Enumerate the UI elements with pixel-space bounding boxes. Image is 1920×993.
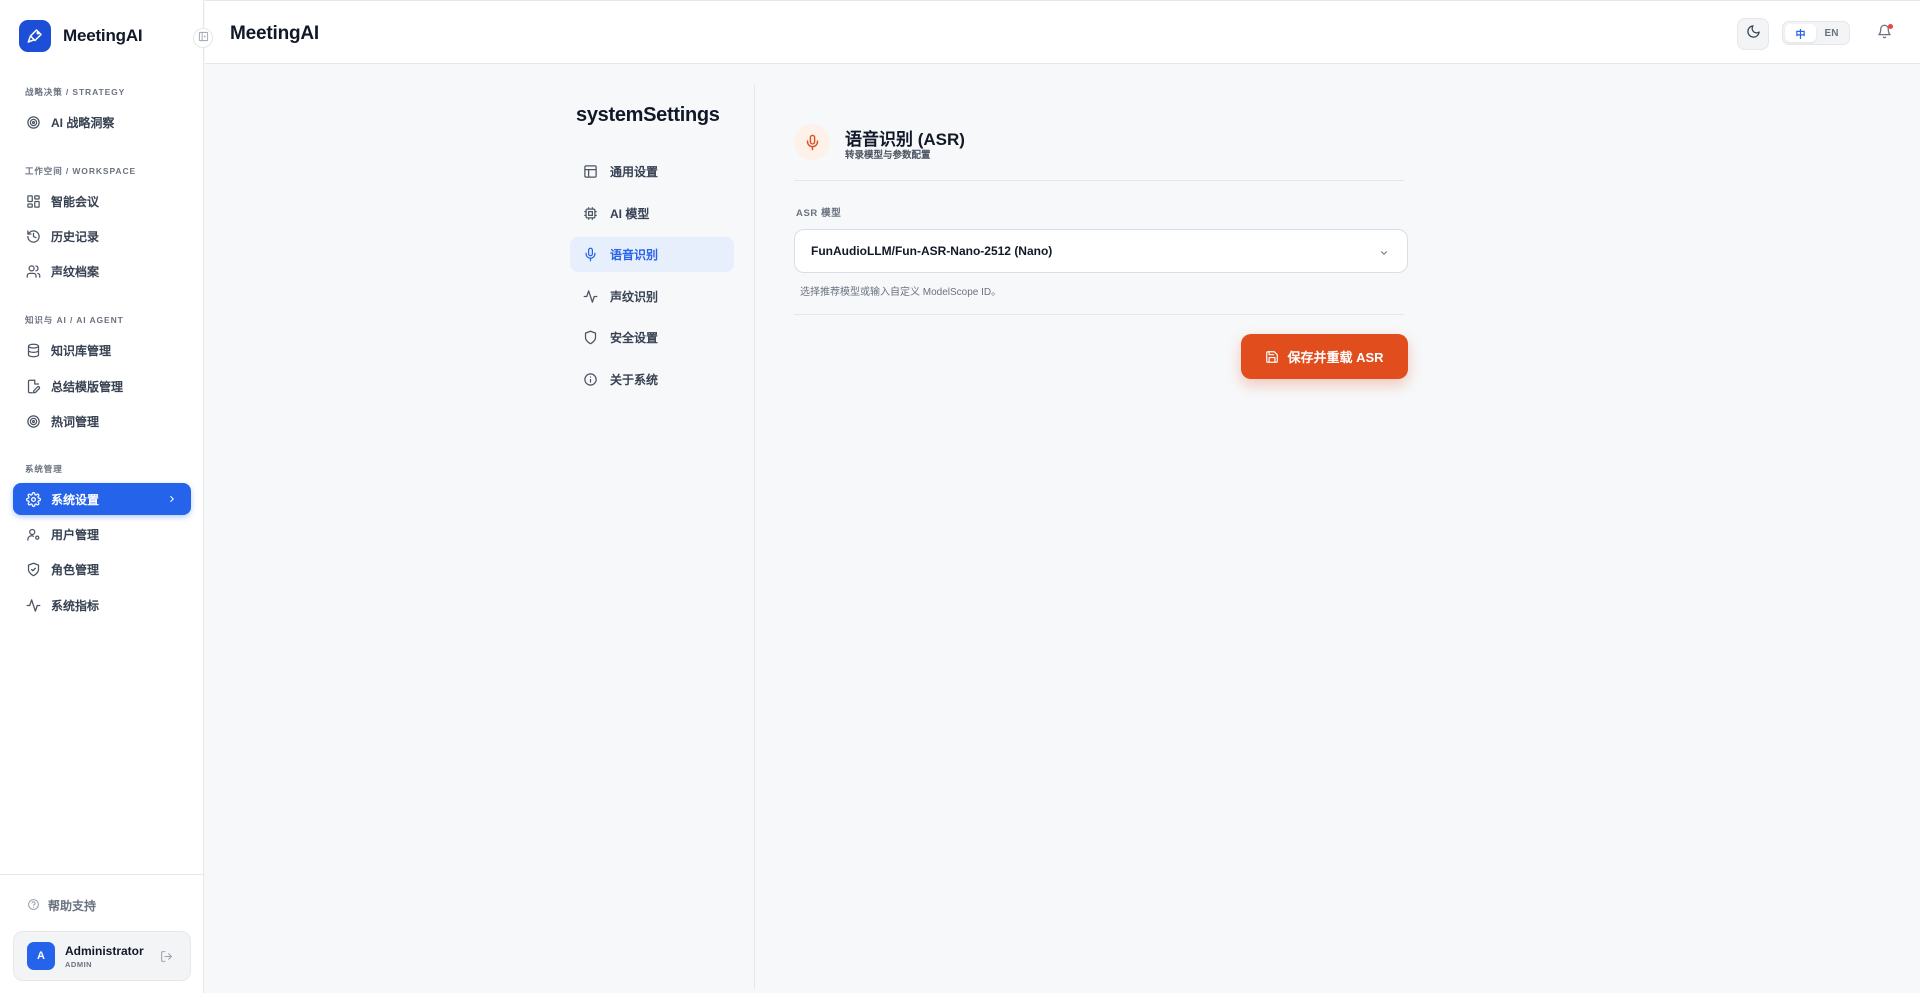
lang-option-zh[interactable]: 中 [1785, 24, 1816, 42]
settings-tab-label: AI 模型 [610, 207, 650, 221]
history-icon [26, 229, 41, 244]
notifications-button[interactable] [1873, 23, 1895, 45]
section-mic-icon [794, 124, 830, 160]
user-card[interactable]: A Administrator ADMIN [13, 931, 191, 981]
cpu-icon [582, 206, 598, 222]
form-divider [794, 314, 1404, 315]
help-circle-icon [27, 898, 40, 914]
avatar: A [27, 942, 55, 970]
chevron-down-icon [1379, 247, 1389, 261]
grid-icon [26, 194, 41, 209]
settings-tab-general[interactable]: 通用设置 [570, 154, 734, 189]
sidebar-item-label: 系统指标 [51, 598, 100, 613]
brand[interactable]: MeetingAI [19, 20, 143, 52]
activity-icon [26, 598, 41, 613]
user-name: Administrator [65, 943, 144, 958]
file-edit-icon [26, 379, 41, 394]
database-icon [26, 343, 41, 358]
settings-divider [754, 84, 755, 989]
help-label: 帮助支持 [48, 899, 97, 913]
sidebar: MeetingAI 战略决策 / STRATEGY AI 战略洞察 工作空间 /… [0, 0, 204, 993]
sidebar-item-hotwords[interactable]: 热词管理 [13, 405, 191, 437]
sidebar-item-label: 角色管理 [51, 562, 100, 577]
sidebar-footer: 帮助支持 A Administrator ADMIN [0, 874, 204, 993]
section-subtitle: 转录模型与参数配置 [845, 150, 931, 161]
shield-check-icon [26, 562, 41, 577]
settings-tab-label: 语音识别 [610, 248, 659, 262]
settings-tab-label: 安全设置 [610, 331, 659, 345]
settings-tab-voiceprint[interactable]: 声纹识别 [570, 279, 734, 314]
settings-tab-security[interactable]: 安全设置 [570, 320, 734, 355]
settings-title: systemSettings [576, 104, 720, 126]
sidebar-item-label: AI 战略洞察 [51, 115, 115, 130]
target-icon [26, 414, 41, 429]
nav-group-ai-agent: 知识与 AI / AI AGENT [25, 315, 124, 325]
nav-group-system: 系统管理 [25, 464, 63, 474]
moon-icon [1746, 24, 1761, 44]
sidebar-item-label: 热词管理 [51, 414, 100, 429]
brand-logo-icon [19, 20, 51, 52]
settings-tab-ai-model[interactable]: AI 模型 [570, 196, 734, 231]
page-title: MeetingAI [230, 23, 319, 44]
sidebar-item-label: 知识库管理 [51, 343, 112, 358]
save-reload-asr-button[interactable]: 保存并重载 ASR [1241, 334, 1408, 379]
sidebar-item-voiceprints[interactable]: 声纹档案 [13, 255, 191, 287]
sidebar-item-metrics[interactable]: 系统指标 [13, 589, 191, 621]
asr-model-select[interactable]: FunAudioLLM/Fun-ASR-Nano-2512 (Nano) [794, 229, 1408, 273]
theme-toggle-button[interactable] [1737, 18, 1769, 50]
lang-option-en[interactable]: EN [1816, 24, 1847, 42]
settings-tab-label: 通用设置 [610, 165, 659, 179]
nav-group-workspace: 工作空间 / WORKSPACE [25, 166, 137, 176]
settings-tab-label: 声纹识别 [610, 290, 659, 304]
language-toggle: 中 EN [1782, 21, 1850, 45]
panel-collapse-icon [198, 29, 209, 47]
sidebar-item-label: 历史记录 [51, 229, 100, 244]
target-icon [26, 115, 41, 130]
sidebar-item-system-settings[interactable]: 系统设置 [13, 483, 191, 515]
sidebar-item-users[interactable]: 用户管理 [13, 518, 191, 550]
settings-tab-asr[interactable]: 语音识别 [570, 237, 734, 272]
save-reload-asr-label: 保存并重载 ASR [1287, 350, 1384, 365]
info-icon [582, 372, 598, 388]
notification-dot [1888, 24, 1893, 29]
shield-icon [582, 330, 598, 346]
sidebar-item-label: 智能会议 [51, 194, 100, 209]
activity-icon [582, 289, 598, 305]
sidebar-item-label: 系统设置 [51, 492, 100, 507]
sidebar-item-summary-templates[interactable]: 总结模版管理 [13, 370, 191, 402]
users-icon [26, 264, 41, 279]
user-gear-icon [26, 527, 41, 542]
settings-tab-label: 关于系统 [610, 373, 659, 387]
sidebar-item-label: 总结模版管理 [51, 379, 124, 394]
sidebar-collapse-button[interactable] [193, 28, 213, 48]
layout-icon [582, 164, 598, 180]
sidebar-item-roles[interactable]: 角色管理 [13, 553, 191, 585]
user-role: ADMIN [65, 959, 93, 969]
help-support-link[interactable]: 帮助支持 [27, 897, 96, 914]
nav-group-strategy: 战略决策 / STRATEGY [25, 87, 126, 97]
asr-model-label: ASR 模型 [796, 208, 842, 219]
sidebar-item-ai-strategy[interactable]: AI 战略洞察 [13, 106, 191, 138]
mic-icon [582, 247, 598, 263]
section-divider [794, 180, 1404, 181]
chevron-right-icon [167, 493, 177, 507]
sidebar-item-knowledge-base[interactable]: 知识库管理 [13, 334, 191, 366]
gear-icon [26, 491, 41, 507]
top-bar: MeetingAI 中 EN [205, 0, 1920, 64]
sidebar-item-meetings[interactable]: 智能会议 [13, 185, 191, 217]
save-icon [1265, 350, 1279, 364]
sidebar-item-history[interactable]: 历史记录 [13, 220, 191, 252]
asr-model-value: FunAudioLLM/Fun-ASR-Nano-2512 (Nano) [811, 244, 1053, 258]
settings-tab-about[interactable]: 关于系统 [570, 362, 734, 397]
sidebar-item-label: 声纹档案 [51, 264, 100, 279]
brand-name: MeetingAI [63, 26, 143, 45]
asr-model-help: 选择推荐模型或输入自定义 ModelScope ID。 [800, 287, 1002, 298]
logout-icon[interactable] [160, 950, 173, 968]
sidebar-item-label: 用户管理 [51, 527, 100, 542]
